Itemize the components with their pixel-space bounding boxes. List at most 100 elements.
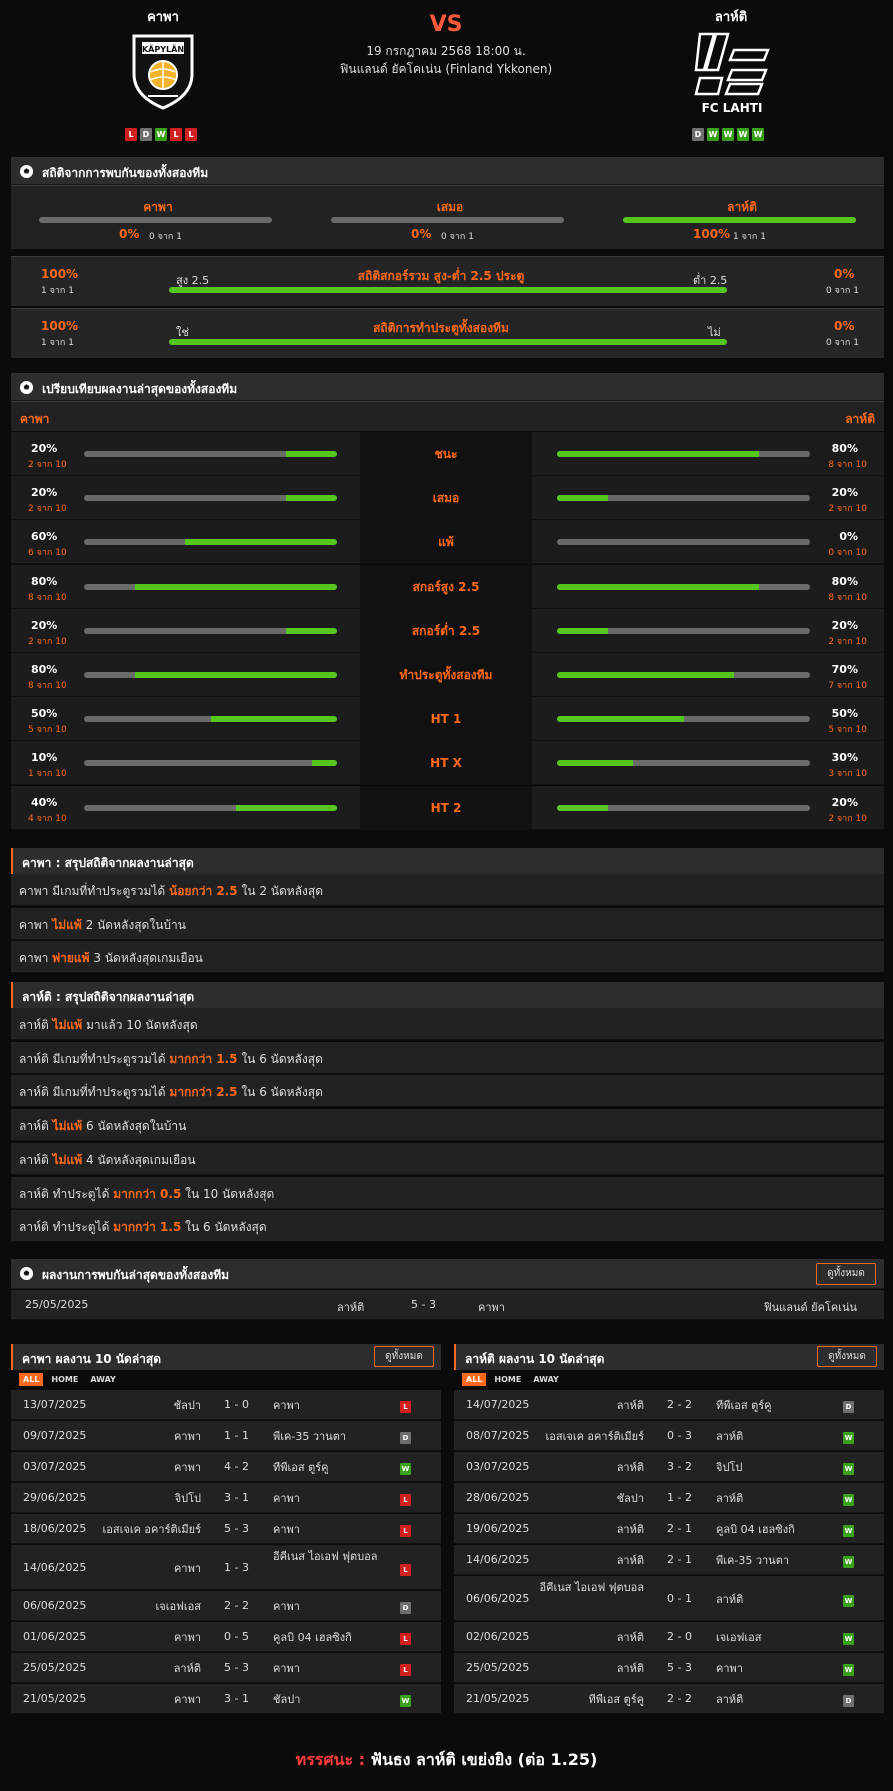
- match-row[interactable]: 06/06/2025 อีคีเนส ไอเอฟ ฟุตบอล 0 - 1 ลาห์ต…: [454, 1576, 884, 1621]
- match-row[interactable]: 14/07/2025 ลาห์ติ 2 - 2 ทีพีเอส ตูร์คู D: [454, 1390, 884, 1420]
- match-row[interactable]: 08/07/2025 เอสเจเค อคาร์ติเมียร์ 0 - 3 ลาห์…: [454, 1421, 884, 1451]
- h2h-col-pct: 0%: [119, 227, 140, 241]
- match-row[interactable]: 13/07/2025 ชัลปา 1 - 0 คาพา L: [11, 1390, 441, 1420]
- football-icon: [19, 164, 34, 179]
- tab-all[interactable]: ALL: [19, 1373, 44, 1386]
- h2h-col-label: คาพา: [143, 200, 173, 214]
- match-datetime: 19 กรกฎาคม 2568 18:00 น.: [366, 44, 526, 58]
- match-away: อีคีเนส ไอเอฟ ฟุตบอล: [273, 1550, 378, 1563]
- tab-home[interactable]: HOME: [490, 1373, 525, 1386]
- summary-fragment: ไม่แพ้: [52, 917, 82, 932]
- away-count: 2 จาก 10: [828, 504, 867, 515]
- compare-label: ทำประตูทั้งสองทีม: [360, 653, 532, 697]
- result-badge: W: [843, 1494, 854, 1506]
- prediction: ทรรศนะ : ฟันธง ลาห์ติ เขย่งยิง (ต่อ 1.25…: [0, 1748, 893, 1773]
- btts-right-count: 0 จาก 1: [826, 338, 859, 348]
- match-date: 13/07/2025: [23, 1398, 87, 1411]
- tab-home[interactable]: HOME: [47, 1373, 82, 1386]
- form-badge: L: [170, 128, 182, 141]
- away-team-name[interactable]: ลาห์ติ: [631, 6, 831, 27]
- compare-row: 80% 8 จาก 10 สกอร์สูง 2.5 80% 8 จาก 10: [11, 564, 884, 609]
- home-view-all-button[interactable]: ดูทั้งหมด: [374, 1346, 434, 1367]
- match-home: คาพา: [174, 1430, 201, 1443]
- summary-text: ลาห์ติ มีเกมที่ทำประตูรวมได้ มากกว่า 2.5…: [19, 1083, 323, 1102]
- match-away: พีเค-35 วานตา: [273, 1430, 347, 1443]
- match-row[interactable]: 03/07/2025 คาพา 4 - 2 ทีพีเอส ตูร์คู W: [11, 1452, 441, 1482]
- match-row[interactable]: 28/06/2025 ชัลปา 1 - 2 ลาห์ติ W: [454, 1483, 884, 1513]
- away-pct: 20%: [831, 795, 858, 809]
- home-bar-fill: [235, 804, 337, 811]
- summary-fragment: ลาห์ติ ทำประตูได้: [19, 1186, 114, 1201]
- match-row[interactable]: 29/06/2025 จิปโป 3 - 1 คาพา L: [11, 1483, 441, 1513]
- tab-all[interactable]: ALL: [462, 1373, 487, 1386]
- match-home: อีคีเนส ไอเอฟ ฟุตบอล: [539, 1581, 644, 1594]
- match-home: ลาห์ติ: [616, 1631, 644, 1644]
- match-home: เจเอฟเอส: [155, 1600, 201, 1613]
- match-away: จิปโป: [716, 1461, 743, 1474]
- compare-label: แพ้: [360, 520, 532, 565]
- h2h-col-bar: [331, 217, 564, 223]
- summary-row: ลาห์ติ มีเกมที่ทำประตูรวมได้ มากกว่า 1.5…: [11, 1041, 884, 1074]
- home-pct: 80%: [31, 663, 58, 676]
- match-score: 3 - 1: [224, 1692, 249, 1705]
- home-team-name[interactable]: คาพา: [63, 6, 263, 27]
- form-badge: W: [707, 128, 719, 141]
- match-row[interactable]: 25/05/2025 ลาห์ติ 5 - 3 คาพา W: [454, 1653, 884, 1683]
- summary-fragment: คาพา: [19, 917, 53, 932]
- match-row[interactable]: 02/06/2025 ลาห์ติ 2 - 0 เจเอฟเอส W: [454, 1622, 884, 1652]
- match-row[interactable]: 19/06/2025 ลาห์ติ 2 - 1 คูลบิ 04 เฮลซิงกิ W: [454, 1514, 884, 1544]
- match-row[interactable]: 18/06/2025 เอสเจเค อคาร์ติเมียร์ 5 - 3 คาพา…: [11, 1514, 441, 1544]
- home-bar: [84, 760, 337, 767]
- summary-fragment: ใน 6 นัดหลังสุด: [237, 1051, 323, 1066]
- match-away: ลาห์ติ: [716, 1430, 744, 1443]
- match-away: ทีพีเอส ตูร์คู: [716, 1399, 772, 1412]
- away-team-logo[interactable]: FC LAHTI: [692, 30, 772, 116]
- form-badge: L: [185, 128, 197, 141]
- match-row[interactable]: 03/07/2025 ลาห์ติ 3 - 2 จิปโป W: [454, 1452, 884, 1482]
- home-bar: [84, 583, 337, 590]
- compare-label: HT X: [360, 741, 532, 786]
- h2h-result-row[interactable]: 25/05/2025 ลาห์ติ 5 - 3 คาพา ฟินแลนด์ ยัคโคเ…: [11, 1290, 884, 1320]
- match-row[interactable]: 09/07/2025 คาพา 1 - 1 พีเค-35 วานตา D: [11, 1421, 441, 1451]
- home-bar: [84, 716, 337, 723]
- match-home: คาพา: [174, 1461, 201, 1474]
- match-row[interactable]: 21/05/2025 ทีพีเอส ตูร์คู 2 - 2 ลาห์ติ D: [454, 1684, 884, 1714]
- match-date: 03/07/2025: [23, 1460, 87, 1473]
- match-home: คาพา: [174, 1693, 201, 1706]
- match-row[interactable]: 21/05/2025 คาพา 3 - 1 ชัลปา W: [11, 1684, 441, 1714]
- result-badge: L: [400, 1563, 411, 1576]
- h2h-results-header: ผลงานการพบกันล่าสุดของทั้งสองทีม ดูทั้งห…: [11, 1259, 884, 1289]
- match-away: คาพา: [273, 1662, 300, 1675]
- away-bar: [557, 804, 810, 811]
- match-away: ลาห์ติ: [716, 1693, 744, 1706]
- view-all-button[interactable]: ดูทั้งหมด: [816, 1263, 876, 1285]
- match-row[interactable]: 01/06/2025 คาพา 0 - 5 คูลบิ 04 เฮลซิงกิ L: [11, 1622, 441, 1652]
- match-row[interactable]: 14/06/2025 ลาห์ติ 2 - 1 พีเค-35 วานตา W: [454, 1545, 884, 1575]
- away-summary-title: ลาห์ติ : สรุปสถิติจากผลงานล่าสุด: [22, 990, 195, 1004]
- match-row[interactable]: 06/06/2025 เจเอฟเอส 2 - 2 คาพา D: [11, 1591, 441, 1621]
- away-view-all-button[interactable]: ดูทั้งหมด: [817, 1346, 877, 1367]
- summary-row: ลาห์ติ ไม่แพ้ 4 นัดหลังสุดเกมเยือน: [11, 1142, 884, 1175]
- ou-right-pct: 0%: [834, 267, 855, 281]
- match-row[interactable]: 25/05/2025 ลาห์ติ 5 - 3 คาพา L: [11, 1653, 441, 1683]
- home-count: 2 จาก 10: [28, 636, 67, 647]
- tab-away[interactable]: AWAY: [529, 1373, 563, 1386]
- away-bar: [557, 495, 810, 502]
- summary-fragment: ใน 2 นัดหลังสุด: [237, 884, 324, 898]
- tab-away[interactable]: AWAY: [86, 1373, 120, 1386]
- match-away: คูลบิ 04 เฮลซิงกิ: [273, 1631, 352, 1644]
- home-team-logo[interactable]: KÄPYLÄN: [130, 30, 196, 110]
- match-away: พีเค-35 วานตา: [716, 1554, 790, 1567]
- away-last10-tabs: ALL HOME AWAY: [462, 1373, 563, 1386]
- match-row[interactable]: 14/06/2025 คาพา 1 - 3 อีคีเนส ไอเอฟ ฟุตบอล L: [11, 1545, 441, 1590]
- home-bar-fill: [134, 583, 337, 590]
- match-away: คาพา: [273, 1399, 300, 1412]
- home-pct: 10%: [31, 751, 58, 765]
- summary-fragment: ใน 10 นัดหลังสุด: [181, 1186, 275, 1201]
- btts-bar: [169, 339, 727, 345]
- section-title: ผลงานการพบกันล่าสุดของทั้งสองทีม: [42, 1268, 230, 1282]
- compare-row: 60% 6 จาก 10 แพ้ 0% 0 จาก 10: [11, 520, 884, 565]
- summary-fragment: มากกว่า 2.5: [169, 1085, 238, 1100]
- match-home: คาพา: [174, 1561, 201, 1575]
- compare-row: 50% 5 จาก 10 HT 1 50% 5 จาก 10: [11, 697, 884, 742]
